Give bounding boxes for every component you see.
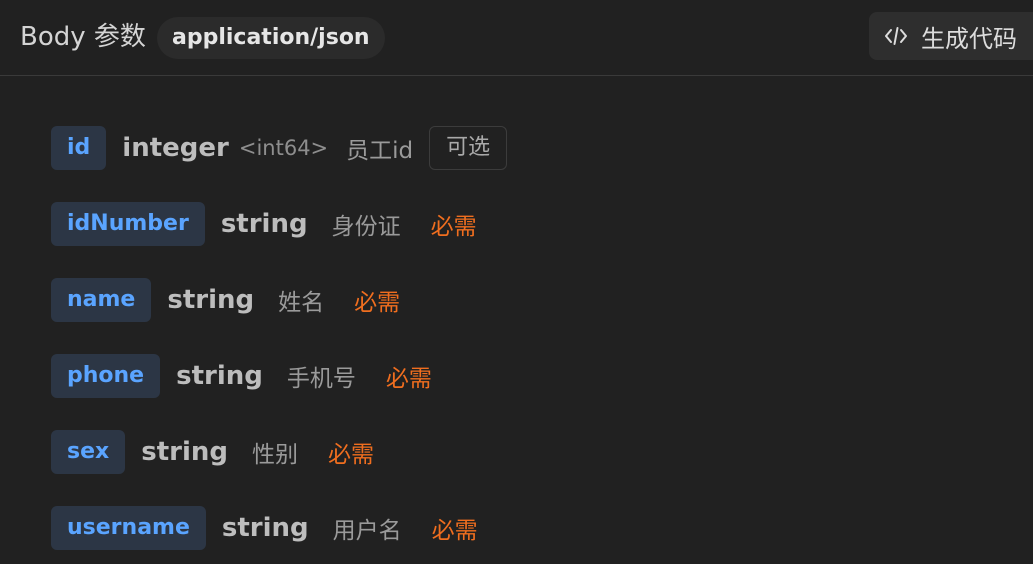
param-row-sex: sex string 性别 必需: [51, 430, 374, 474]
param-name[interactable]: sex: [51, 430, 126, 474]
required-badge: 必需: [385, 366, 432, 392]
section-title: Body 参数: [20, 22, 146, 52]
param-row-idnumber: idNumber string 身份证 必需: [51, 202, 477, 246]
required-badge: 必需: [354, 290, 401, 316]
required-badge: 必需: [327, 442, 374, 468]
param-row-id: id integer <int64> 员工id 可选: [51, 126, 508, 170]
param-row-name: name string 姓名 必需: [51, 278, 400, 322]
param-name[interactable]: username: [51, 506, 206, 550]
param-name[interactable]: id: [51, 126, 107, 170]
param-description: 员工id: [346, 138, 414, 164]
param-row-username: username string 用户名 必需: [51, 506, 478, 550]
param-type: string: [220, 209, 308, 239]
param-name[interactable]: phone: [51, 354, 161, 398]
required-badge: 必需: [431, 518, 478, 544]
param-type: string: [141, 437, 228, 467]
body-params-header: Body 参数 application/json 生成代码: [0, 0, 1033, 76]
param-row-phone: phone string 手机号 必需: [51, 354, 432, 398]
required-badge: 必需: [430, 214, 477, 240]
param-type: string: [176, 361, 263, 391]
code-brackets-icon: [883, 23, 909, 49]
generate-code-label: 生成代码: [921, 24, 1017, 53]
param-name[interactable]: name: [51, 278, 152, 322]
generate-code-button[interactable]: 生成代码: [869, 12, 1033, 60]
content-type-badge: application/json: [157, 17, 385, 59]
param-type: string: [167, 285, 255, 315]
param-description: 用户名: [332, 518, 402, 544]
param-format: <int64>: [238, 136, 329, 160]
param-type: integer: [122, 133, 229, 163]
param-name[interactable]: idNumber: [51, 202, 205, 246]
param-description: 手机号: [286, 366, 356, 392]
param-type: string: [221, 513, 309, 543]
param-description: 性别: [251, 442, 298, 468]
param-description: 身份证: [331, 214, 401, 240]
param-description: 姓名: [278, 290, 325, 316]
optional-badge: 可选: [429, 126, 508, 170]
